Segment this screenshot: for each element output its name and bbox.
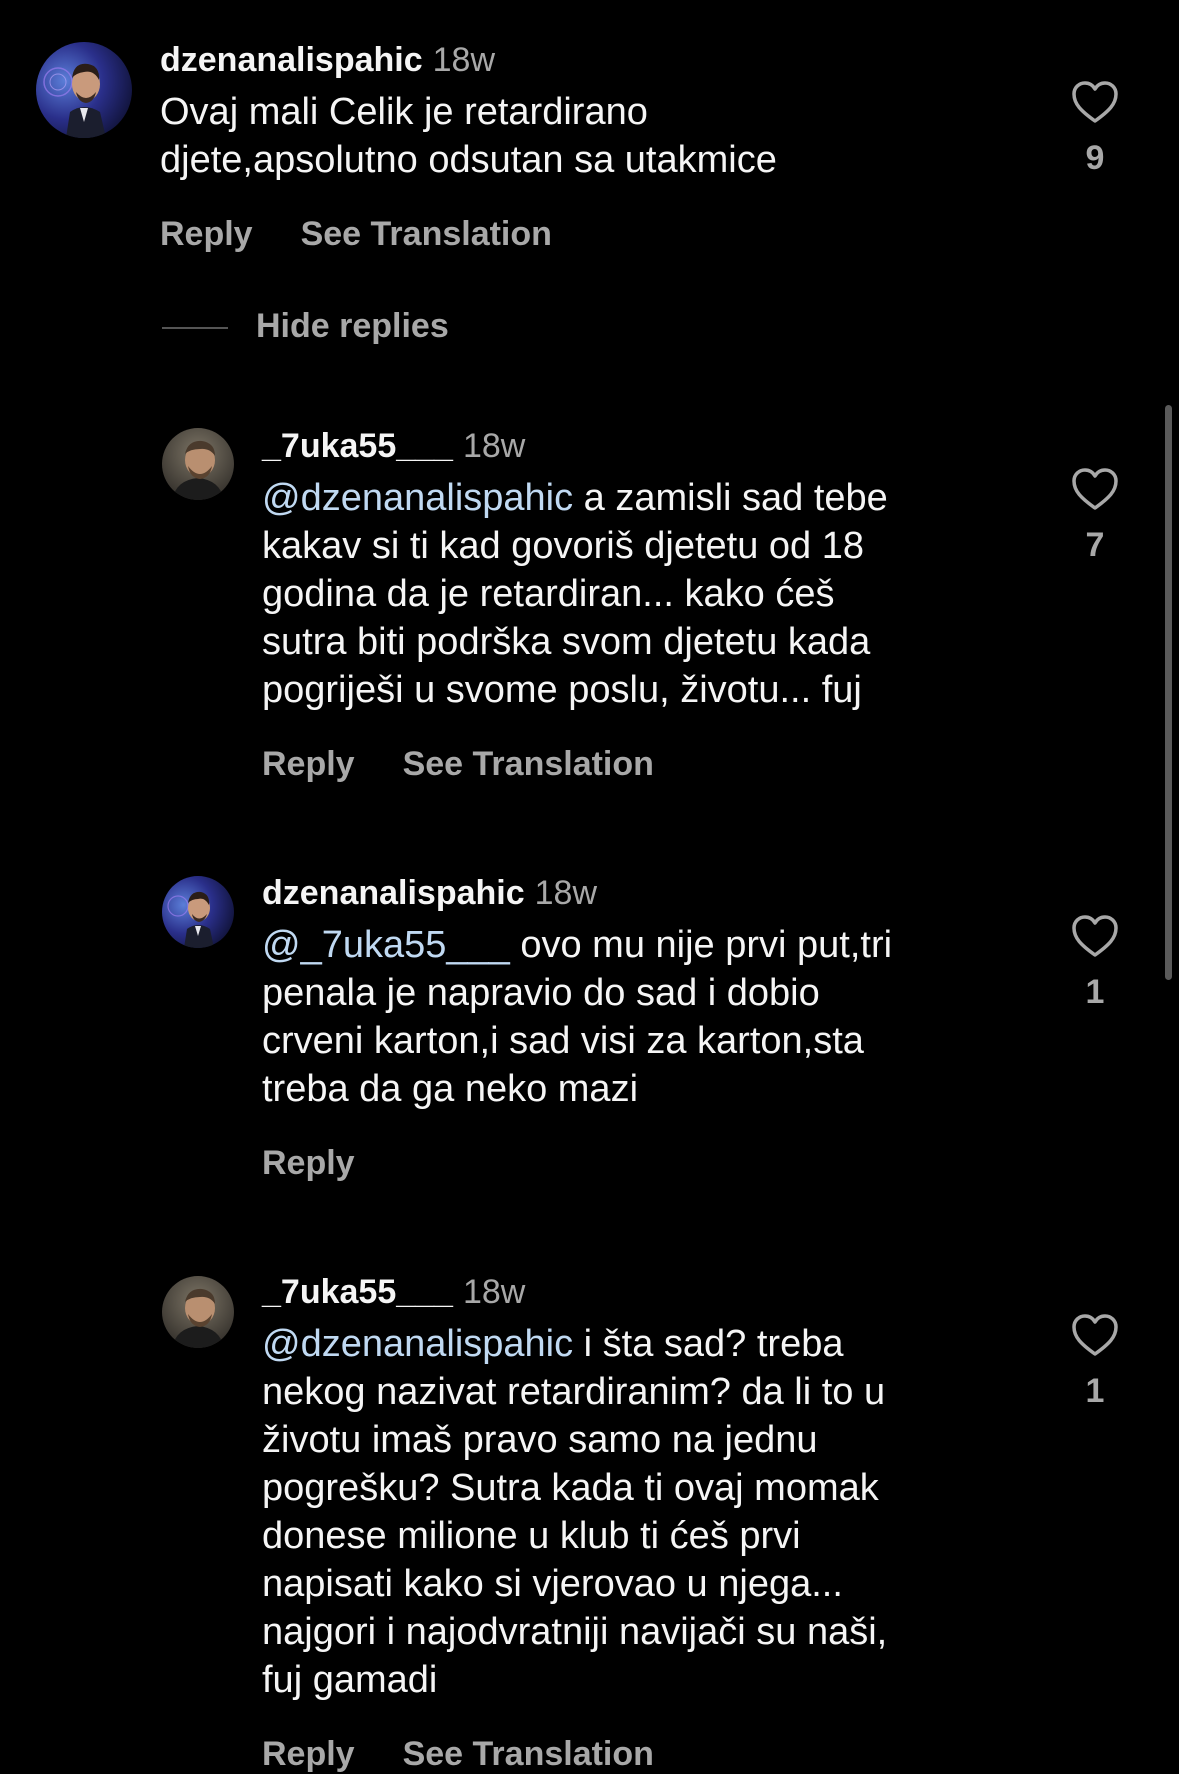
reply-body: _7uka55___ 18w @dzenanalispahic a zamisli… [262, 426, 888, 784]
reply-body: _7uka55___ 18w @dzenanalispahic i šta sad… [262, 1272, 887, 1774]
reply-text-line: sutra biti podrška svom djetetu kada [262, 621, 871, 663]
see-translation-button[interactable]: See Translation [403, 1735, 654, 1773]
reply-text: @_7uka55___ ovo mu nije prvi put,tri pen… [262, 921, 892, 1113]
reply-button[interactable]: Reply [262, 745, 355, 783]
avatar[interactable] [162, 876, 234, 948]
reply-button[interactable]: Reply [262, 1735, 355, 1773]
avatar[interactable] [162, 428, 234, 500]
reply-text-line: penala je napravio do sad i dobio [262, 972, 820, 1014]
like-count: 7 [1085, 526, 1105, 564]
reply-text-fragment: i šta sad? treba [573, 1323, 844, 1365]
avatar-7uka55-image [162, 1276, 234, 1348]
heart-outline-icon[interactable] [1071, 467, 1119, 511]
comment-time: 18w [432, 41, 496, 79]
reply-time: 18w [534, 874, 598, 912]
reply-text-line: @dzenanalispahic a zamisli sad tebe [262, 474, 888, 522]
like-count: 1 [1085, 973, 1105, 1011]
comment-header: dzenanalispahic 18w [160, 40, 777, 80]
reply-text-line: nekog nazivat retardiranim? da li to u [262, 1371, 886, 1413]
like-count: 1 [1085, 1372, 1105, 1410]
reply-text-line: donese milione u klub ti ćeš prvi [262, 1515, 801, 1557]
reply-actions: Reply [262, 1143, 892, 1183]
reply-username[interactable]: dzenanalispahic [262, 874, 525, 912]
avatar[interactable] [36, 42, 132, 138]
see-translation-button[interactable]: See Translation [301, 215, 552, 253]
reply-text-fragment: a zamisli sad tebe [573, 477, 888, 519]
reply-text-fragment: ovo mu nije prvi put,tri [509, 924, 893, 966]
hide-replies-label: Hide replies [256, 307, 449, 345]
reply-text: @dzenanalispahic i šta sad? treba nekog … [262, 1320, 887, 1704]
reply-text-line: @dzenanalispahic i šta sad? treba [262, 1320, 887, 1368]
mention-link[interactable]: @dzenanalispahic [262, 1323, 573, 1365]
heart-outline-icon[interactable] [1071, 914, 1119, 958]
reply-text-line: godina da je retardiran... kako ćeš [262, 573, 835, 615]
reply-text-line: kakav si ti kad govoriš djetetu od 18 [262, 525, 865, 567]
reply-header: _7uka55___ 18w [262, 426, 888, 466]
reply-text: @dzenanalispahic a zamisli sad tebe kaka… [262, 474, 888, 714]
reply-username[interactable]: _7uka55___ [262, 1273, 453, 1311]
reply-username[interactable]: _7uka55___ [262, 427, 453, 465]
reply-text-line: najgori i najodvratniji navijači su naši… [262, 1611, 888, 1653]
avatar-dzenanalispahic-image [36, 42, 132, 138]
comment-username[interactable]: dzenanalispahic [160, 41, 423, 79]
reply-time: 18w [462, 427, 526, 465]
like-control: 1 [1070, 914, 1120, 1012]
mention-link[interactable]: @_7uka55___ [262, 924, 510, 966]
see-translation-button[interactable]: See Translation [403, 745, 654, 783]
comment-body: dzenanalispahic 18w Ovaj mali Celik je re… [160, 40, 777, 254]
reply-actions: Reply See Translation [262, 1734, 887, 1774]
reply-header: dzenanalispahic 18w [262, 873, 892, 913]
avatar-7uka55-image [162, 428, 234, 500]
reply-text-line: @_7uka55___ ovo mu nije prvi put,tri [262, 921, 892, 969]
reply-header: _7uka55___ 18w [262, 1272, 887, 1312]
reply-text-line: napisati kako si vjerovao u njega... [262, 1563, 843, 1605]
like-control: 7 [1070, 467, 1120, 565]
reply-body: dzenanalispahic 18w @_7uka55___ ovo mu ni… [262, 873, 892, 1183]
reply-text-line: životu imaš pravo samo na jednu [262, 1419, 818, 1461]
reply-text-line: fuj gamadi [262, 1659, 438, 1701]
reply-button[interactable]: Reply [160, 215, 253, 253]
comment-text: Ovaj mali Celik je retardirano djete,aps… [160, 88, 777, 184]
reply-time: 18w [462, 1273, 526, 1311]
like-control: 9 [1070, 80, 1120, 178]
reply-actions: Reply See Translation [262, 744, 888, 784]
hide-replies-toggle[interactable]: Hide replies [162, 306, 449, 346]
hide-replies-divider [162, 327, 228, 330]
reply-text-line: treba da ga neko mazi [262, 1068, 639, 1110]
reply-text-line: pogriješi u svome poslu, životu... fuj [262, 669, 862, 711]
scrollbar[interactable] [1165, 405, 1172, 980]
like-control: 1 [1070, 1313, 1120, 1411]
comment-actions: Reply See Translation [160, 214, 777, 254]
avatar[interactable] [162, 1276, 234, 1348]
comment-text-line: djete,apsolutno odsutan sa utakmice [160, 139, 777, 181]
heart-outline-icon[interactable] [1071, 80, 1119, 124]
mention-link[interactable]: @dzenanalispahic [262, 477, 573, 519]
reply-button[interactable]: Reply [262, 1144, 355, 1182]
reply-text-line: crveni karton,i sad visi za karton,sta [262, 1020, 864, 1062]
heart-outline-icon[interactable] [1071, 1313, 1119, 1357]
comment-text-line: Ovaj mali Celik je retardirano [160, 91, 648, 133]
reply-text-line: pogrešku? Sutra kada ti ovaj momak [262, 1467, 879, 1509]
avatar-dzenanalispahic-image [162, 876, 234, 948]
like-count: 9 [1085, 139, 1105, 177]
